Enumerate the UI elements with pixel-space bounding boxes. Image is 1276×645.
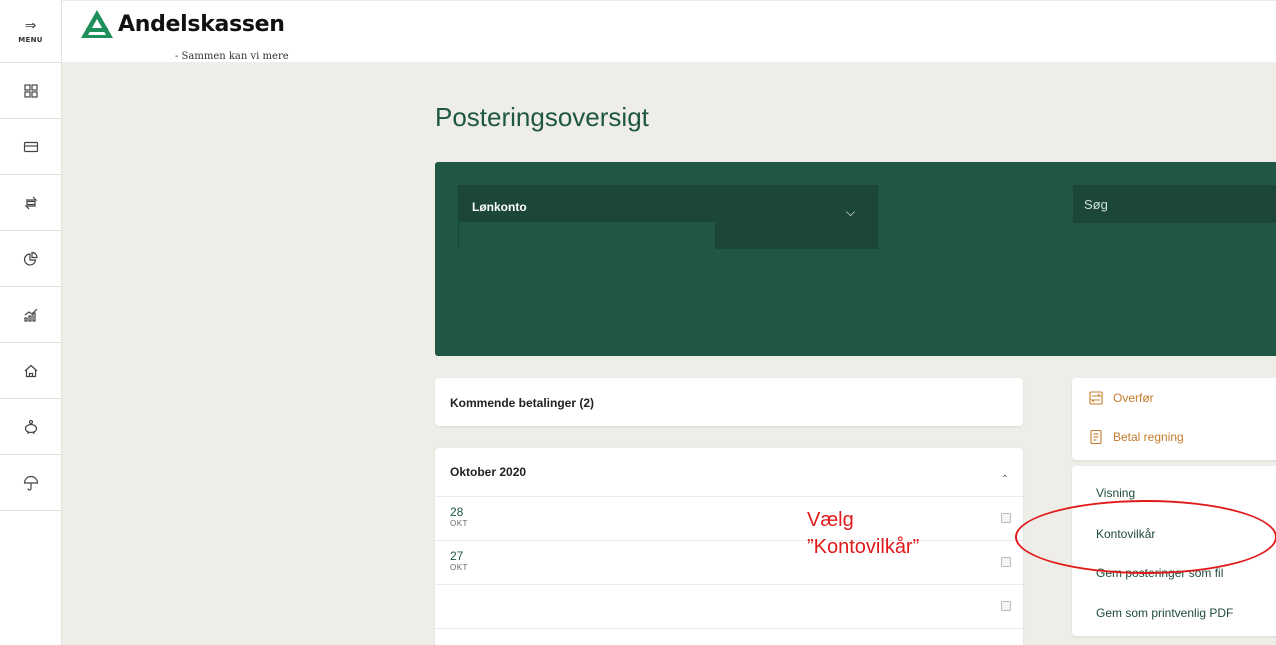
- menu-item-save-pdf[interactable]: Gem som printvenlig PDF: [1096, 606, 1233, 620]
- menu-button[interactable]: ⇒ MENU: [0, 0, 61, 63]
- sidebar-item-investment[interactable]: [0, 287, 61, 343]
- transaction-row[interactable]: [435, 628, 1023, 645]
- search-input[interactable]: Søg: [1073, 185, 1276, 223]
- sidebar-item-dashboard[interactable]: [0, 63, 61, 119]
- menu-label: MENU: [18, 35, 43, 44]
- transaction-row[interactable]: 28 OKT: [435, 496, 1023, 541]
- actions-card: Overfør Betal regning: [1072, 378, 1276, 460]
- home-icon: [24, 364, 37, 377]
- transfer-icon: [1089, 391, 1103, 405]
- row-day: 28: [450, 505, 464, 519]
- sidebar: ⇒ MENU: [0, 0, 62, 645]
- annotation-line-1: Vælg: [807, 509, 854, 531]
- transfer-link[interactable]: Overfør: [1088, 390, 1154, 406]
- sidebar-item-insurance[interactable]: [0, 455, 61, 511]
- sidebar-item-budget[interactable]: [0, 231, 61, 287]
- account-details: [458, 222, 715, 249]
- card-icon: [23, 141, 38, 152]
- month-section: Oktober 2020 ‸ 28 OKT 27 OKT: [435, 448, 1023, 645]
- search-placeholder: Søg: [1084, 197, 1108, 212]
- growth-chart-icon: [23, 308, 37, 322]
- upcoming-payments-card[interactable]: Kommende betalinger (2): [435, 378, 1023, 426]
- row-checkbox[interactable]: [1001, 601, 1011, 611]
- annotation-text: Vælg ”Kontovilkår”: [807, 507, 919, 561]
- sidebar-item-cards[interactable]: [0, 119, 61, 175]
- account-selector[interactable]: Lønkonto ⌵: [458, 185, 878, 249]
- logo-triangle-icon: [81, 10, 113, 38]
- transaction-row[interactable]: 27 OKT: [435, 540, 1023, 585]
- sidebar-item-savings[interactable]: [0, 399, 61, 455]
- account-name: Lønkonto: [472, 200, 527, 214]
- sidebar-item-home[interactable]: [0, 343, 61, 399]
- sidebar-item-transfer[interactable]: [0, 175, 61, 231]
- brand-tagline: - Sammen kan vi mere: [175, 51, 289, 62]
- row-checkbox[interactable]: [1001, 557, 1011, 567]
- bill-icon: [1090, 429, 1102, 445]
- row-checkbox[interactable]: [1001, 513, 1011, 523]
- upcoming-payments-label: Kommende betalinger (2): [450, 396, 595, 410]
- umbrella-icon: [23, 475, 38, 491]
- row-day: 27: [450, 549, 464, 563]
- chevron-down-icon: ⌵: [846, 205, 856, 219]
- annotation-line-2: ”Kontovilkår”: [807, 536, 920, 558]
- page-title: Posteringsoversigt: [435, 102, 649, 132]
- transfer-label: Overfør: [1113, 391, 1154, 405]
- menu-item-visning[interactable]: Visning: [1096, 486, 1135, 500]
- piggy-bank-icon: [24, 419, 37, 434]
- pay-bill-link[interactable]: Betal regning: [1088, 429, 1184, 445]
- month-title: Oktober 2020: [450, 465, 527, 479]
- menu-arrow-icon: ⇒: [24, 17, 37, 34]
- pay-bill-label: Betal regning: [1113, 430, 1184, 444]
- transfer-icon: [24, 196, 37, 209]
- annotation-ellipse: [1015, 500, 1276, 574]
- chevron-up-icon[interactable]: ‸: [1003, 463, 1007, 477]
- row-month: OKT: [450, 519, 468, 528]
- top-header: Andelskassen - Sammen kan vi mere: [62, 0, 1276, 62]
- dashboard-icon: [23, 83, 38, 98]
- row-month: OKT: [450, 563, 468, 572]
- brand-logo[interactable]: Andelskassen: [80, 9, 285, 39]
- pie-chart-icon: [23, 251, 38, 266]
- transaction-row[interactable]: [435, 584, 1023, 629]
- brand-name: Andelskassen: [118, 11, 285, 37]
- account-banner: Lønkonto ⌵ Søg: [435, 162, 1276, 356]
